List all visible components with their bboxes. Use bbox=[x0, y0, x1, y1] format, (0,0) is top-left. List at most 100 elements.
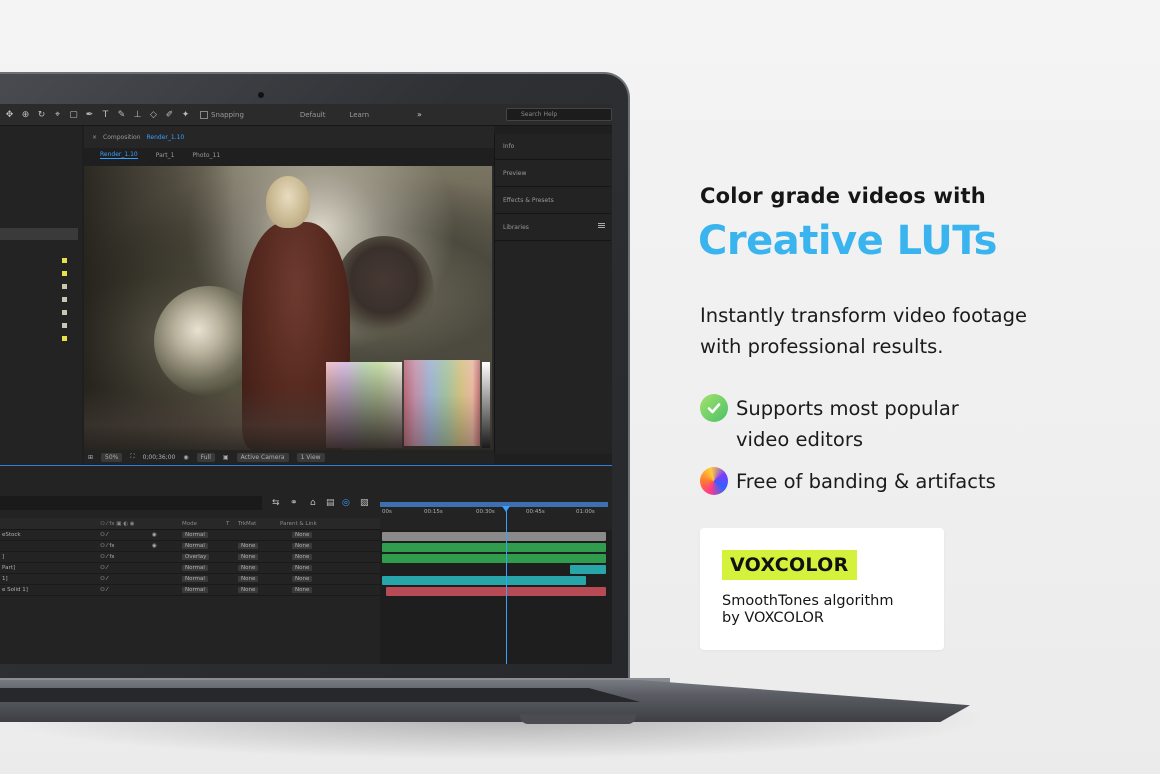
parent-dropdown[interactable]: None bbox=[292, 554, 313, 560]
parent-dropdown[interactable]: None bbox=[292, 565, 313, 571]
composition-name[interactable]: Render_1.10 bbox=[147, 134, 185, 141]
playhead[interactable] bbox=[502, 506, 510, 512]
region-icon[interactable]: ▣ bbox=[223, 454, 229, 461]
layer-row[interactable]: 1] ⚇ ⁄ Normal None None bbox=[0, 574, 380, 585]
motion-blur-icon[interactable]: ◎ bbox=[342, 498, 350, 508]
rotate-tool-icon[interactable]: ↻ bbox=[35, 109, 48, 121]
mode-dropdown[interactable]: Normal bbox=[182, 543, 208, 549]
rectangle-tool-icon[interactable]: ▢ bbox=[67, 109, 80, 121]
track-area[interactable] bbox=[380, 530, 612, 664]
parent-dropdown[interactable]: None bbox=[292, 576, 313, 582]
panel-libraries-label: Libraries bbox=[503, 224, 529, 231]
view-dropdown[interactable]: 1 View bbox=[296, 452, 325, 462]
pen-tool-icon[interactable]: ✒ bbox=[83, 109, 96, 121]
parent-dropdown[interactable]: None bbox=[292, 587, 313, 593]
tab-part[interactable]: Part_1 bbox=[156, 152, 175, 159]
tab-render[interactable]: Render_1.10 bbox=[100, 151, 138, 159]
layer-bar-gray[interactable] bbox=[382, 532, 606, 541]
description-line: Instantly transform video footage bbox=[700, 304, 1027, 327]
mode-dropdown[interactable]: Normal bbox=[182, 565, 208, 571]
parent-dropdown[interactable]: None bbox=[292, 532, 313, 538]
mode-dropdown[interactable]: Normal bbox=[182, 587, 208, 593]
camera-dropdown[interactable]: Active Camera bbox=[236, 452, 289, 462]
workspace-overflow-icon[interactable]: » bbox=[417, 110, 422, 119]
search-help-input[interactable]: Search Help bbox=[506, 108, 612, 121]
layer-switches[interactable]: ⚇ ⁄ bbox=[100, 576, 108, 582]
description-line: with professional results. bbox=[700, 335, 944, 358]
woman-hair bbox=[266, 176, 310, 228]
time-ruler[interactable]: 00s 00:15s 00:30s 00:45s 01:00s bbox=[380, 502, 612, 524]
pin-tool-icon[interactable]: ✦ bbox=[179, 109, 192, 121]
mode-dropdown[interactable]: Overlay bbox=[182, 554, 210, 560]
panel-preview[interactable]: Preview bbox=[495, 161, 611, 187]
camera-tool-icon[interactable]: ⌖ bbox=[51, 109, 64, 121]
fit-icon[interactable]: ⛶ bbox=[130, 453, 134, 461]
mode-dropdown[interactable]: Normal bbox=[182, 576, 208, 582]
parent-dropdown[interactable]: None bbox=[292, 543, 313, 549]
ruler-tick: 00:45s bbox=[526, 509, 545, 515]
grid-icon[interactable]: ⊞ bbox=[88, 454, 93, 461]
snapping-toggle[interactable]: Snapping bbox=[200, 110, 244, 119]
layer-switches[interactable]: ⚇ ⁄ bbox=[100, 587, 108, 593]
panel-info[interactable]: Info bbox=[495, 134, 611, 160]
feature-text: Supports most popular video editors bbox=[736, 393, 959, 455]
close-icon[interactable]: × bbox=[92, 134, 97, 141]
hand-tool-icon[interactable]: ✥ bbox=[3, 109, 16, 121]
graph-editor-icon[interactable]: ▧ bbox=[360, 498, 369, 508]
layer-bar-green[interactable] bbox=[382, 543, 606, 552]
layer-switches[interactable]: ⚇ ⁄ fx bbox=[100, 543, 115, 549]
layer-row[interactable]: ⚇ ⁄ fx ◉ Normal None None bbox=[0, 541, 380, 552]
eraser-tool-icon[interactable]: ◇ bbox=[147, 109, 160, 121]
project-search-field[interactable] bbox=[0, 228, 78, 240]
layer-name: e Solid 1] bbox=[2, 587, 28, 593]
trkmat-dropdown[interactable]: None bbox=[238, 565, 259, 571]
timecode[interactable]: 0;00;36;00 bbox=[143, 454, 176, 461]
blend-icon[interactable]: ◉ bbox=[152, 543, 157, 549]
roto-tool-icon[interactable]: ✐ bbox=[163, 109, 176, 121]
trkmat-dropdown[interactable]: None bbox=[238, 543, 259, 549]
layer-columns-header: ⚇ ⁄ fx ▣ ◐ ◉ Mode T TrkMat Parent & Link bbox=[0, 518, 380, 530]
mode-dropdown[interactable]: Normal bbox=[182, 532, 208, 538]
layer-row[interactable]: e Solid 1] ⚇ ⁄ Normal None None bbox=[0, 585, 380, 596]
panel-libraries[interactable]: Libraries bbox=[495, 215, 611, 241]
feature-editors: Supports most popular video editors bbox=[700, 393, 959, 455]
stamp-tool-icon[interactable]: ⊥ bbox=[131, 109, 144, 121]
resolution-dropdown[interactable]: Full bbox=[196, 452, 215, 462]
composition-viewer[interactable] bbox=[84, 166, 494, 450]
brush-tool-icon[interactable]: ✎ bbox=[115, 109, 128, 121]
shy-icon[interactable]: ⌂ bbox=[310, 498, 316, 508]
layer-row[interactable]: eStock ⚇ ⁄ ◉ Normal None bbox=[0, 530, 380, 541]
snapshot-icon[interactable]: ◉ bbox=[183, 454, 188, 461]
label-color-swatch bbox=[62, 271, 67, 276]
workspace-default[interactable]: Default bbox=[300, 111, 326, 119]
workspace-learn[interactable]: Learn bbox=[349, 111, 369, 119]
layer-row[interactable]: Part] ⚇ ⁄ Normal None None bbox=[0, 563, 380, 574]
menu-icon[interactable] bbox=[598, 223, 605, 224]
snapping-checkbox[interactable] bbox=[200, 110, 208, 119]
tab-photo[interactable]: Photo_11 bbox=[192, 152, 220, 159]
layer-switches[interactable]: ⚇ ⁄ fx bbox=[100, 554, 115, 560]
layer-row[interactable]: ] ⚇ ⁄ fx Overlay None None bbox=[0, 552, 380, 563]
layer-switches[interactable]: ⚇ ⁄ bbox=[100, 565, 108, 571]
ruler-tick: 00s bbox=[382, 509, 392, 515]
layer-switches[interactable]: ⚇ ⁄ bbox=[100, 532, 108, 538]
timeline-search[interactable] bbox=[0, 496, 262, 510]
zoom-dropdown[interactable]: 50% bbox=[101, 452, 123, 462]
trkmat-dropdown[interactable]: None bbox=[238, 587, 259, 593]
brand-card: VOXCOLOR SmoothTones algorithm by VOXCOL… bbox=[700, 528, 944, 650]
blend-icon[interactable]: ◉ bbox=[152, 532, 157, 538]
panel-effects-presets[interactable]: Effects & Presets bbox=[495, 188, 611, 214]
trkmat-dropdown[interactable]: None bbox=[238, 554, 259, 560]
work-area-bar[interactable] bbox=[380, 502, 608, 507]
layer-bar-green[interactable] bbox=[382, 554, 606, 563]
frame-blend-icon[interactable]: ▤ bbox=[326, 498, 335, 508]
layer-bar-teal[interactable] bbox=[570, 565, 606, 574]
comp-flowchart-icon[interactable]: ⇆ bbox=[272, 498, 280, 508]
zoom-tool-icon[interactable]: ⊕ bbox=[19, 109, 32, 121]
layer-bar-teal[interactable] bbox=[382, 576, 586, 585]
trkmat-dropdown[interactable]: None bbox=[238, 576, 259, 582]
video-frame bbox=[84, 166, 492, 450]
draft-3d-icon[interactable]: ⚭ bbox=[290, 498, 298, 508]
type-tool-icon[interactable]: T bbox=[99, 109, 112, 121]
layer-bar-red[interactable] bbox=[386, 587, 606, 596]
